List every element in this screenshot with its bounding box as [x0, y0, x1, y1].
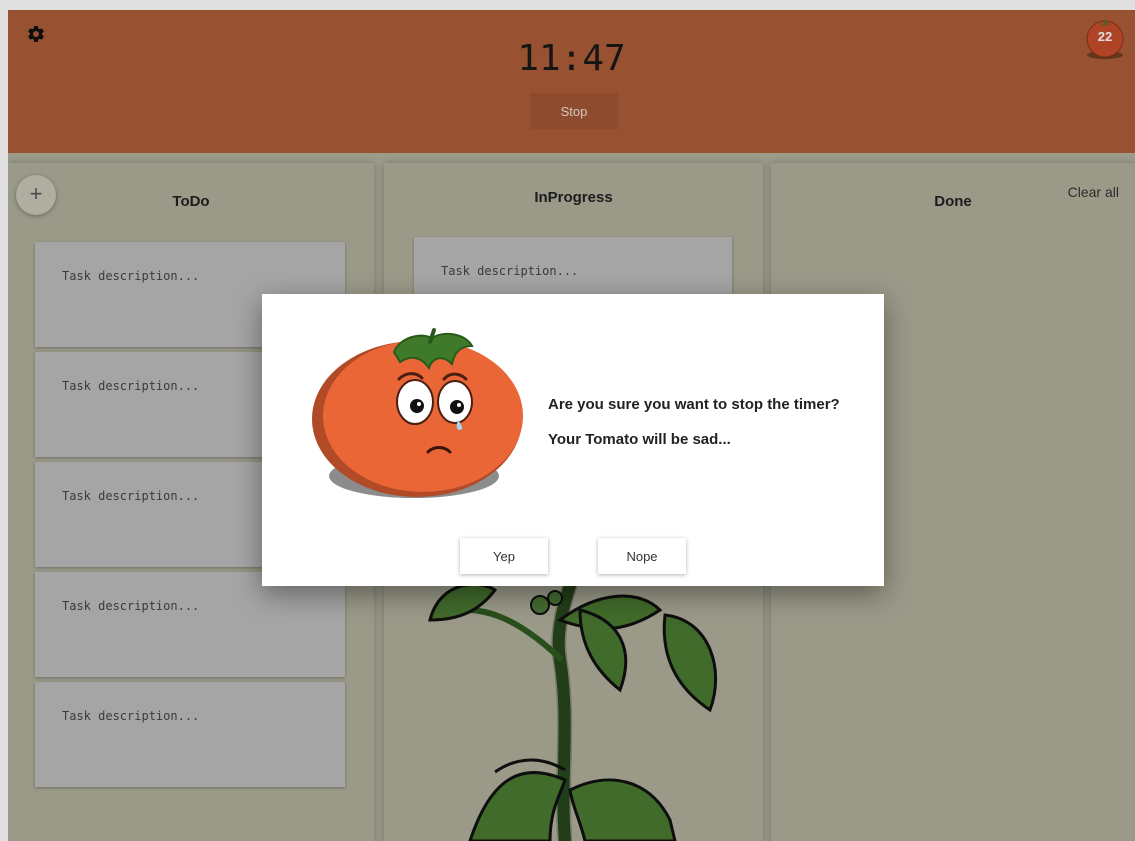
stop-timer-dialog: Are you sure you want to stop the timer?…: [262, 294, 884, 586]
sad-tomato-icon: [312, 328, 523, 498]
dialog-message: Are you sure you want to stop the timer?: [548, 396, 840, 413]
dialog-submessage: Your Tomato will be sad...: [548, 431, 731, 448]
cancel-nope-button[interactable]: Nope: [598, 538, 686, 574]
confirm-yep-button[interactable]: Yep: [460, 538, 548, 574]
